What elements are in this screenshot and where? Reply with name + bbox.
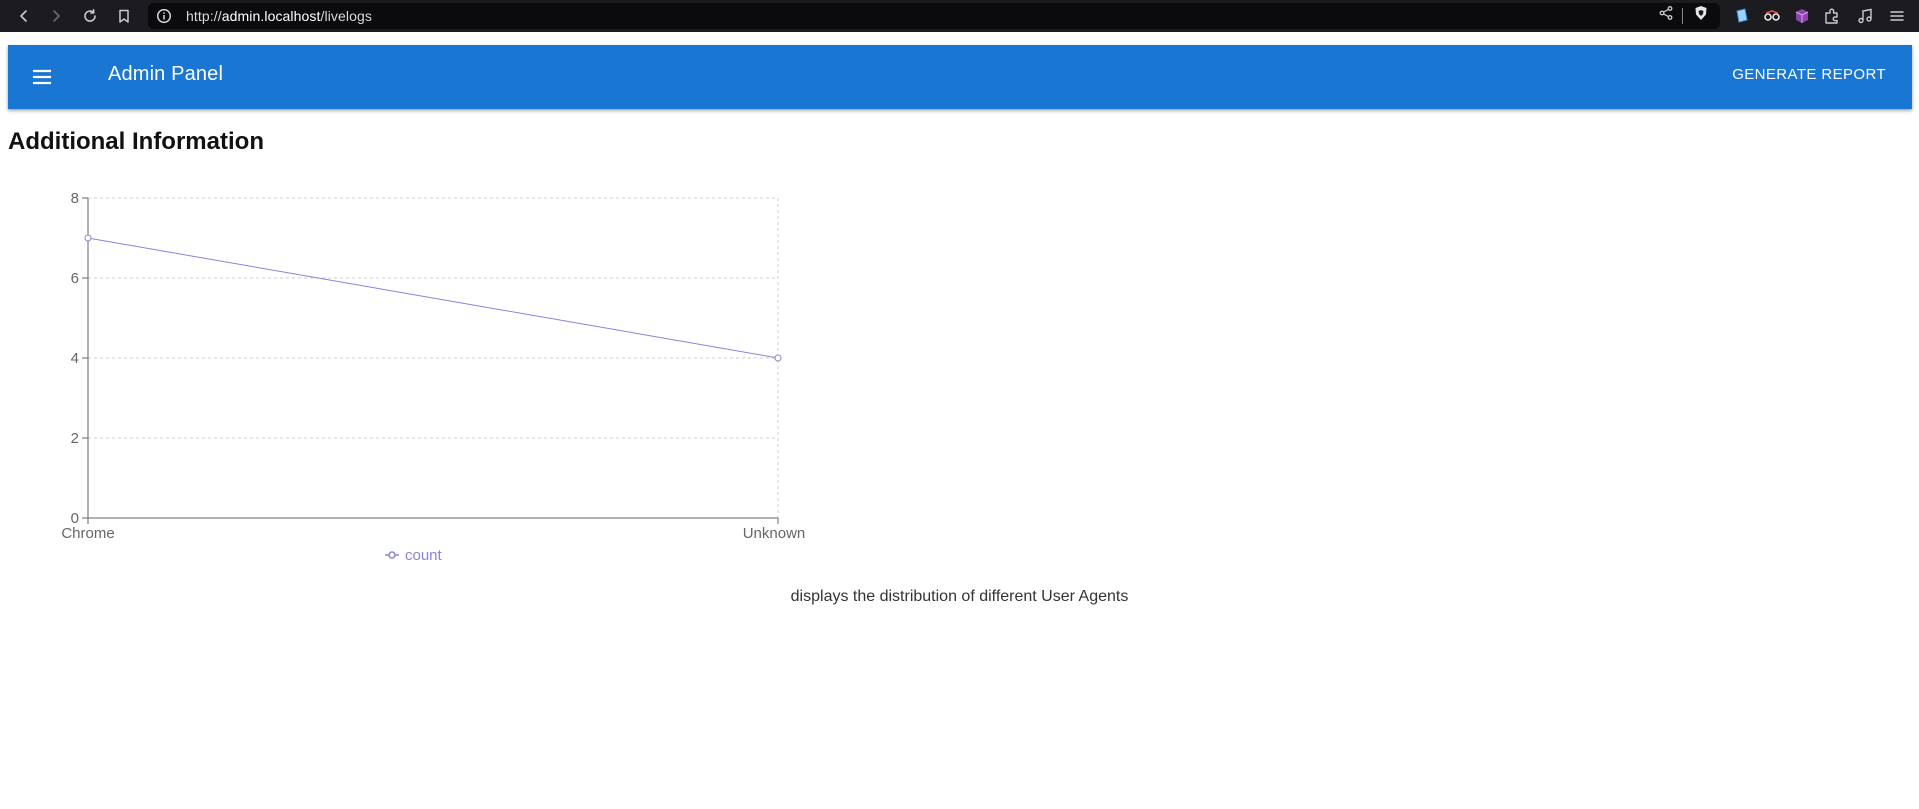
bookmark-icon[interactable] <box>114 6 134 26</box>
address-divider <box>1682 8 1683 24</box>
reload-icon[interactable] <box>80 6 100 26</box>
url-scheme: http:// <box>186 8 222 24</box>
y-tick-label: 6 <box>71 270 79 287</box>
browser-toolbar: http://admin.localhost/livelogs <box>0 0 1919 32</box>
forward-icon[interactable] <box>46 6 66 26</box>
series-line-count <box>87 237 779 359</box>
menu-icon[interactable] <box>30 65 54 89</box>
browser-menu-icon[interactable] <box>1888 7 1906 25</box>
y-tick-label: 8 <box>71 190 79 207</box>
x-tick-label: Unknown <box>743 525 806 542</box>
data-point <box>84 234 92 242</box>
media-music-icon[interactable] <box>1856 7 1874 25</box>
url-path: /livelogs <box>320 8 372 24</box>
chart-caption: displays the distribution of different U… <box>790 588 1129 605</box>
chart-svg: 02468Chrome Unknowncount <box>61 190 806 564</box>
x-tick-label: Chrome <box>61 525 114 542</box>
address-bar[interactable]: http://admin.localhost/livelogs <box>148 3 1720 29</box>
generate-report-button[interactable]: GENERATE REPORT <box>1732 66 1886 83</box>
address-text[interactable]: http://admin.localhost/livelogs <box>186 8 372 24</box>
extension-glasses-icon[interactable] <box>1763 7 1781 25</box>
url-host: admin.localhost <box>221 8 321 24</box>
legend-label: count <box>405 547 443 564</box>
back-icon[interactable] <box>14 6 34 26</box>
data-point <box>774 354 782 362</box>
extension-cube-icon[interactable] <box>1733 7 1751 25</box>
extension-box-icon[interactable] <box>1793 7 1811 25</box>
app-header: Admin Panel GENERATE REPORT <box>8 45 1912 109</box>
share-icon[interactable] <box>1658 5 1674 26</box>
brave-shields-icon[interactable] <box>1693 5 1709 26</box>
y-tick-label: 2 <box>71 430 79 447</box>
site-info-icon[interactable] <box>156 8 172 24</box>
section-title: Additional Information <box>8 128 264 155</box>
user-agent-chart: 0 2 4 6 8 Chrome Unknown count <box>40 180 820 580</box>
legend-marker-icon <box>388 551 396 559</box>
y-tick-label: 4 <box>71 350 79 367</box>
extensions-puzzle-icon[interactable] <box>1823 7 1841 25</box>
app-title: Admin Panel <box>108 63 224 85</box>
